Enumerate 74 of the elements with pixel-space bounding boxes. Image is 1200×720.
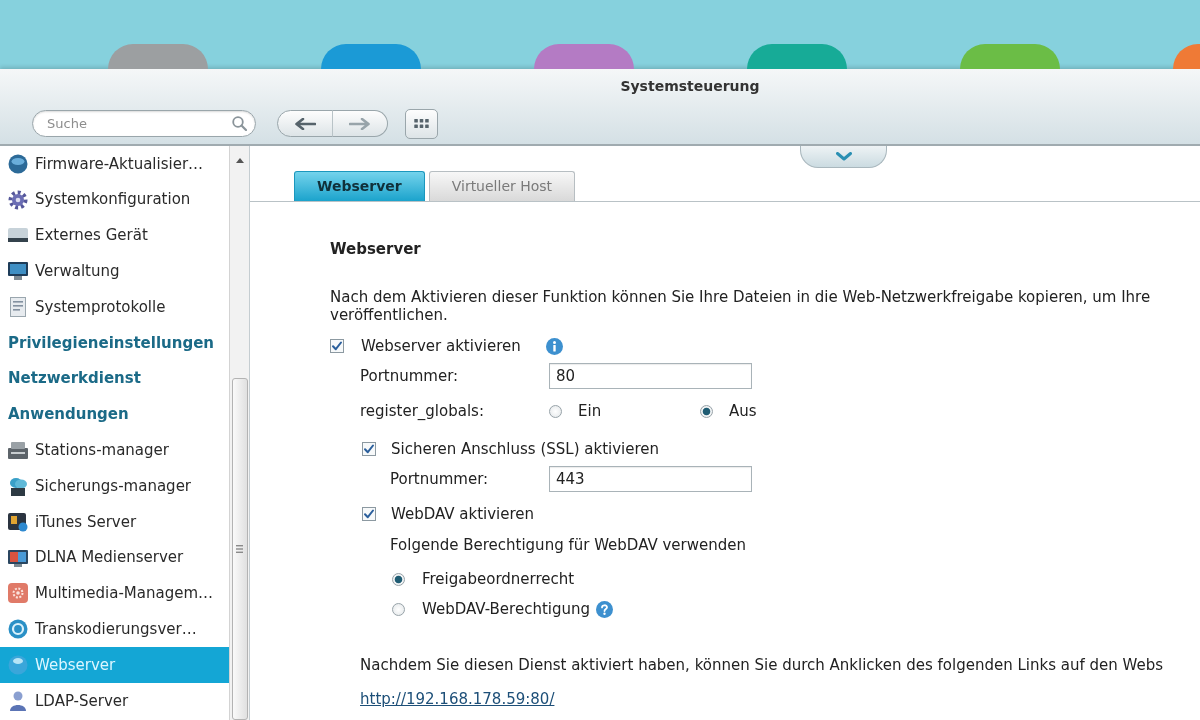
app-icon[interactable] [321,44,421,69]
hint-text: Folgende Berechtigung für WebDAV verwenden [390,536,746,554]
sidebar-item[interactable]: DLNA Medienserver [0,539,229,576]
sidebar-item[interactable]: Systemkonfiguration [0,181,229,218]
app-icon[interactable] [108,44,208,69]
orb-icon [8,655,28,676]
person-icon [8,690,28,711]
search-icon [232,116,247,131]
flower-tile-icon [8,583,28,604]
info-icon [545,337,563,355]
app-icon[interactable] [747,44,847,69]
sidebar-item[interactable]: Firmware-Aktualisier… [0,146,229,182]
checkbox[interactable] [362,507,376,521]
arrow-left-icon [294,117,316,130]
sidebar-item[interactable]: iTunes Server [0,503,229,540]
checkbox-label: Webserver aktivieren [361,337,521,355]
sidebar-category[interactable]: Netzwerkdienst [0,360,229,397]
gear-icon [8,189,28,210]
app-icon[interactable] [534,44,634,69]
cloud-icon [8,476,28,497]
search-field[interactable]: Suche [32,110,256,137]
chevron-down-icon [835,152,852,161]
sidebar-item[interactable]: Transkodierungsver… [0,611,229,648]
sidebar-item[interactable]: Verwaltung [0,253,229,290]
description-text: Nach dem Aktivieren dieser Funktion können Sie Ihre Dateien in die Web-Netzwerkfreigabe kopieren, um Ihre veröffentlichen. [330,288,1151,324]
note-text: Nachdem Sie diesen Dienst aktiviert haben, können Sie durch Anklicken des folgenden Links auf den Webs [360,656,1164,674]
device-icon [8,440,28,461]
ring-icon [8,619,28,640]
radio-button[interactable] [700,404,713,418]
checkbox-label: Sicheren Anschluss (SSL) aktivieren [391,440,660,458]
app-icon[interactable] [1173,44,1200,69]
server-link[interactable]: http://192.168.178.59:80/ [360,690,555,708]
section-heading: Webserver [330,239,421,259]
grip-icon [236,545,243,553]
apps-button[interactable] [405,108,438,139]
tile-icon [8,511,28,532]
radio-label: Freigabeordnerrecht [422,570,575,588]
radio-label: WebDAV-Berechtigung [422,600,590,618]
field-label: Portnummer: [360,367,460,385]
field-label: register_globals: [360,402,485,420]
window-title: Systemsteuerung [620,78,760,96]
radio-button[interactable] [549,404,562,418]
sidebar-item[interactable]: Stations-manager [0,432,229,469]
screen-icon [8,547,28,568]
sidebar-item[interactable]: LDAP-Server [0,682,229,719]
sidebar-category[interactable]: Anwendungen [0,396,229,433]
tab[interactable]: Virtueller Host [428,171,576,201]
port-field[interactable]: 80 [549,363,752,389]
checkbox-label: WebDAV aktivieren [391,505,535,523]
checkbox[interactable] [362,442,376,456]
radio-button[interactable] [392,602,405,616]
radio-button[interactable] [392,572,405,586]
port-field[interactable]: 443 [549,466,752,492]
disc-icon [8,153,28,174]
back-button[interactable] [277,110,333,137]
help-icon [596,600,613,618]
caret-up-icon[interactable] [235,158,244,163]
app-icon[interactable] [960,44,1060,69]
checkbox[interactable] [330,339,344,353]
radio-label: Aus [729,402,757,420]
tab[interactable]: Webserver [294,171,425,201]
sidebar-item[interactable]: Systemprotokolle [0,289,229,325]
sidebar-item[interactable]: Externes Gerät [0,217,229,254]
sidebar-category[interactable]: Privilegieneinstellungen [0,325,229,361]
radio-label: Ein [578,402,602,420]
sidebar-item[interactable]: Sicherungs-manager [0,468,229,504]
dots-grid-icon [414,119,429,128]
collapse-handle[interactable] [800,146,887,168]
arrow-right-icon [349,117,371,130]
sidebar-item[interactable]: Multimedia-Managem… [0,575,229,612]
document-icon [8,297,28,318]
monitor-icon [8,261,28,282]
field-label: Portnummer: [390,470,490,488]
scrollbar-thumb[interactable] [231,378,248,720]
